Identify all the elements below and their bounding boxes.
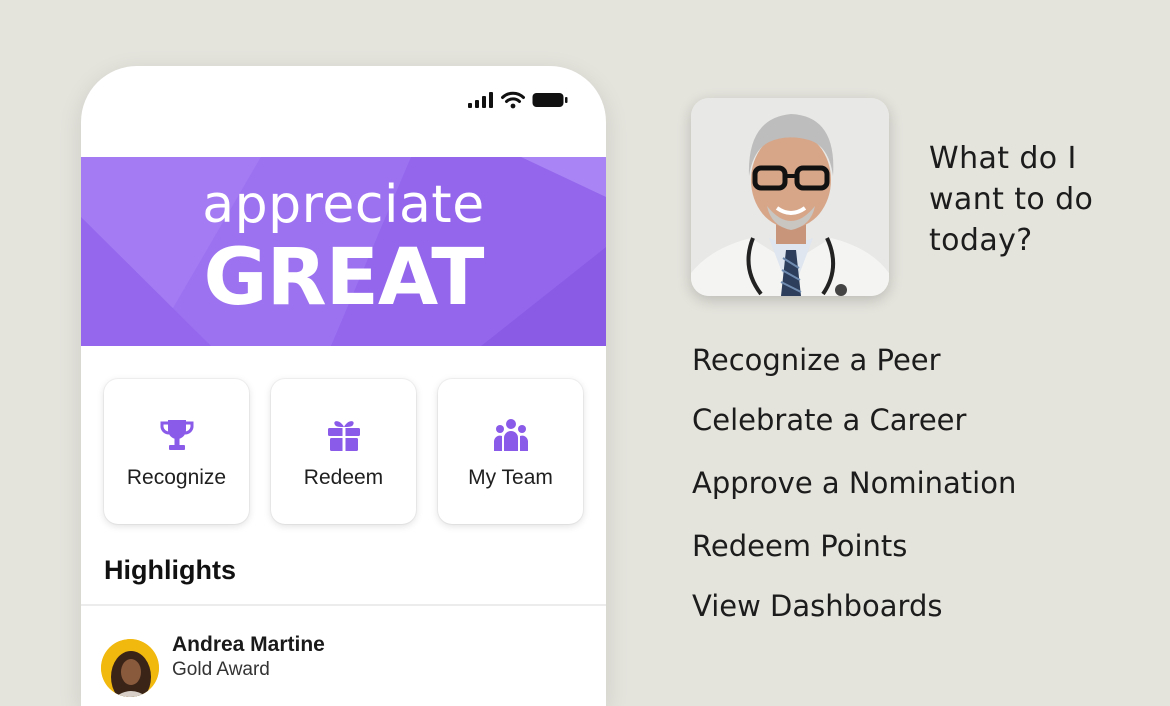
section-divider	[81, 604, 606, 606]
option-approve-nomination[interactable]: Approve a Nomination	[692, 466, 1016, 500]
option-view-dashboards[interactable]: View Dashboards	[692, 589, 942, 623]
status-bar	[468, 90, 568, 110]
highlight-list-item[interactable]: Andrea Martine Gold Award	[101, 631, 581, 697]
hero-banner: appreciate GREAT	[81, 157, 606, 346]
highlight-award: Gold Award	[172, 659, 270, 680]
cellular-signal-icon	[468, 92, 493, 108]
phone-mockup: appreciate GREAT Recognize Redeem My Tea…	[81, 66, 606, 706]
trophy-icon	[158, 417, 196, 453]
wifi-icon	[501, 91, 525, 109]
banner-headline: GREAT	[203, 233, 485, 323]
option-recognize-peer[interactable]: Recognize a Peer	[692, 343, 941, 377]
redeem-label: Redeem	[303, 466, 384, 489]
option-celebrate-career[interactable]: Celebrate a Career	[692, 403, 966, 437]
avatar	[101, 639, 159, 697]
assistant-prompt: What do I want to do today?	[929, 141, 1094, 258]
redeem-button[interactable]: Redeem	[271, 379, 416, 524]
option-redeem-points[interactable]: Redeem Points	[692, 529, 907, 563]
highlight-name: Andrea Martine	[172, 633, 325, 656]
recognize-label: Recognize	[126, 466, 227, 489]
gift-icon	[325, 417, 363, 453]
highlights-heading: Highlights	[104, 555, 236, 585]
user-photo	[691, 98, 889, 296]
banner-tagline: appreciate	[202, 175, 485, 235]
my-team-button[interactable]: My Team	[438, 379, 583, 524]
team-icon	[492, 417, 530, 453]
my-team-label: My Team	[468, 466, 553, 489]
quick-actions: Recognize Redeem My Team	[104, 379, 583, 524]
recognize-button[interactable]: Recognize	[104, 379, 249, 524]
battery-icon	[532, 93, 568, 107]
